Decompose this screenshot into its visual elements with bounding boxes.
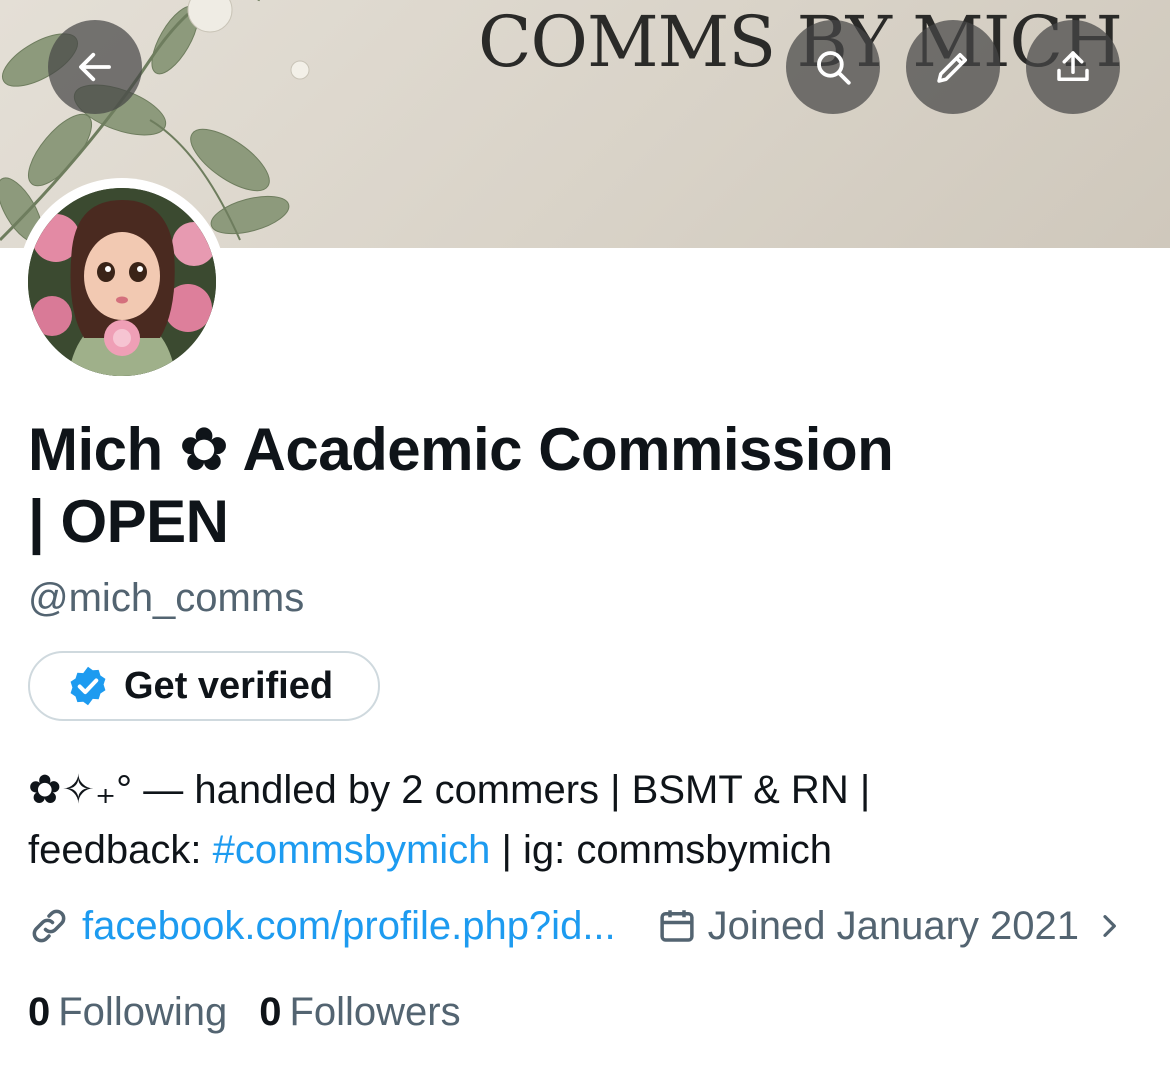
- profile-page: COMMS BY MICH: [0, 0, 1170, 1079]
- profile-meta-row: facebook.com/profile.php?id... Joined Ja…: [28, 898, 1125, 954]
- verified-badge-icon: [70, 666, 106, 706]
- joined-date-label: Joined January 2021: [707, 903, 1080, 948]
- hashtag-link[interactable]: #commsbymich: [213, 828, 491, 872]
- pencil-icon: [937, 53, 967, 83]
- chevron-right-icon: [1103, 915, 1116, 937]
- search-icon: [817, 51, 851, 85]
- bio-line-1: ✿✧₊° — handled by 2 commers | BSMT & RN …: [28, 768, 871, 812]
- bio-feedback-prefix: feedback:: [28, 828, 213, 872]
- profile-website-link[interactable]: facebook.com/profile.php?id...: [82, 904, 616, 949]
- profile-avatar-ring: [18, 178, 226, 386]
- get-verified-label: Get verified: [124, 664, 334, 707]
- display-name: Mich ✿ Academic Commission | OPEN: [28, 414, 1028, 558]
- following-count: 0: [28, 989, 51, 1034]
- bio-line-2: feedback: #commsbymich | ig: commsbymich: [28, 820, 1138, 880]
- share-upload-icon: [1057, 51, 1089, 81]
- followers-label: Followers: [289, 989, 461, 1034]
- back-button[interactable]: [48, 20, 142, 114]
- display-name-line-2: | OPEN: [28, 488, 229, 555]
- avatar[interactable]: [28, 188, 216, 376]
- edit-profile-button[interactable]: [906, 20, 1000, 114]
- bio-ig-suffix: | ig: commsbymich: [490, 828, 832, 872]
- followers-count: 0: [259, 989, 282, 1034]
- arrow-left-icon: [79, 52, 111, 82]
- share-button[interactable]: [1026, 20, 1120, 114]
- following-stat[interactable]: 0 Following: [28, 990, 227, 1035]
- get-verified-button[interactable]: Get verified: [28, 651, 380, 721]
- follow-stats: 0 Following 0 Followers: [28, 986, 461, 1038]
- joined-date[interactable]: Joined January 2021: [656, 904, 1125, 949]
- calendar-icon: [660, 910, 694, 942]
- link-icon: [32, 909, 66, 943]
- search-button[interactable]: [786, 20, 880, 114]
- followers-stat[interactable]: 0 Followers: [259, 990, 460, 1035]
- display-name-line-1: Mich ✿ Academic Commission: [28, 416, 894, 483]
- user-handle: @mich_comms: [28, 576, 305, 620]
- following-label: Following: [58, 989, 228, 1034]
- profile-bio: ✿✧₊° — handled by 2 commers | BSMT & RN …: [28, 760, 1138, 880]
- avatar-illustration: [28, 188, 216, 376]
